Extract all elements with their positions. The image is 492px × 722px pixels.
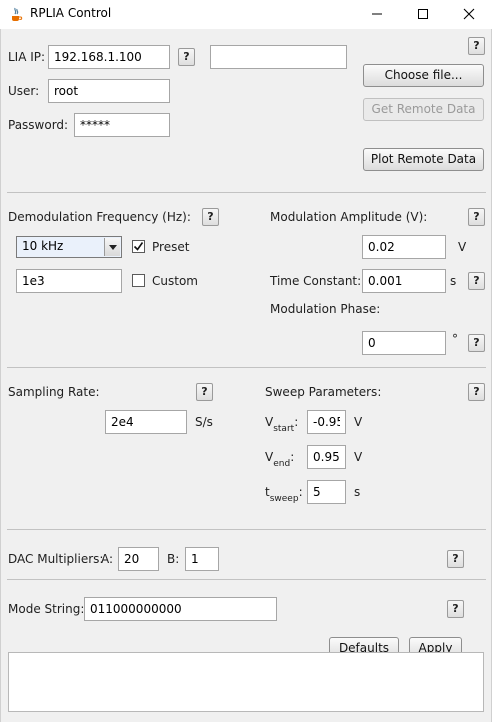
section-divider xyxy=(7,367,486,368)
mode-string-input[interactable] xyxy=(84,597,277,621)
vstart-unit: V xyxy=(354,415,363,429)
custom-label: Custom xyxy=(152,274,198,288)
preset-checkbox[interactable] xyxy=(132,240,145,253)
time-constant-input[interactable] xyxy=(362,269,446,293)
dac-multipliers-label: DAC Multipliers: xyxy=(8,552,104,566)
help-button-time-constant[interactable]: ? xyxy=(468,272,485,290)
user-label: User: xyxy=(8,84,40,98)
help-button-amplitude[interactable]: ? xyxy=(468,208,485,226)
plot-remote-data-button[interactable]: Plot Remote Data xyxy=(363,148,484,171)
help-button-phase[interactable]: ? xyxy=(468,334,485,352)
sampling-rate-input[interactable] xyxy=(105,410,187,434)
title-bar: RPLIA Control xyxy=(0,0,492,28)
get-remote-data-button[interactable]: Get Remote Data xyxy=(363,98,484,121)
ip-extra-input[interactable] xyxy=(210,45,347,69)
frequency-preset-value: 10 kHz xyxy=(22,239,64,253)
help-button-sweep[interactable]: ? xyxy=(468,383,485,401)
dac-b-input[interactable] xyxy=(185,547,219,571)
minimize-icon xyxy=(372,13,382,15)
help-button-sampling[interactable]: ? xyxy=(196,383,213,401)
password-input[interactable] xyxy=(74,113,170,137)
checkmark-icon xyxy=(133,242,144,251)
mod-phase-input[interactable] xyxy=(362,331,446,355)
help-button-ip[interactable]: ? xyxy=(178,48,195,66)
dac-b-label: B: xyxy=(167,552,180,566)
time-constant-label: Time Constant: xyxy=(270,274,362,288)
mod-phase-label: Modulation Phase: xyxy=(270,302,381,316)
help-button-connection[interactable]: ? xyxy=(468,37,485,55)
close-button[interactable] xyxy=(446,0,492,28)
maximize-button[interactable] xyxy=(400,0,446,28)
section-divider xyxy=(7,529,486,530)
password-label: Password: xyxy=(8,118,69,132)
user-input[interactable] xyxy=(48,79,170,103)
close-icon xyxy=(463,8,475,20)
preset-label: Preset xyxy=(152,240,190,254)
chevron-down-icon[interactable] xyxy=(104,238,120,256)
tsweep-unit: s xyxy=(354,485,361,499)
tsweep-input[interactable] xyxy=(307,480,346,504)
output-log-area[interactable] xyxy=(8,652,484,712)
window-title: RPLIA Control xyxy=(30,6,112,20)
dac-a-input[interactable] xyxy=(118,547,159,571)
section-divider xyxy=(7,192,486,193)
help-button-demod[interactable]: ? xyxy=(202,208,219,226)
custom-frequency-input[interactable] xyxy=(16,269,122,293)
help-button-mode[interactable]: ? xyxy=(447,600,464,618)
dac-a-label: A: xyxy=(101,552,114,566)
mod-amplitude-label: Modulation Amplitude (V): xyxy=(270,210,428,224)
lia-ip-input[interactable] xyxy=(48,45,170,69)
time-constant-unit: s xyxy=(450,274,457,288)
sampling-rate-unit: S/s xyxy=(195,415,213,429)
mod-amplitude-input[interactable] xyxy=(362,235,446,259)
section-divider xyxy=(7,579,486,580)
vend-unit: V xyxy=(354,450,363,464)
minimize-button[interactable] xyxy=(354,0,400,28)
java-app-icon xyxy=(8,6,24,22)
demod-frequency-label: Demodulation Frequency (Hz): xyxy=(8,210,191,224)
frequency-preset-select[interactable]: 10 kHz xyxy=(16,236,122,258)
mode-string-label: Mode String: xyxy=(8,602,85,616)
mod-amplitude-unit: V xyxy=(458,240,467,254)
mod-phase-unit: ° xyxy=(452,332,458,346)
vstart-input[interactable] xyxy=(307,410,346,434)
help-button-dac[interactable]: ? xyxy=(447,550,464,568)
sweep-parameters-label: Sweep Parameters: xyxy=(265,385,382,399)
choose-file-button[interactable]: Choose file... xyxy=(363,64,484,87)
custom-checkbox[interactable] xyxy=(132,274,145,287)
vend-label: Vend: xyxy=(265,450,295,469)
main-panel: ? LIA IP: ? Choose file... User: Get Rem… xyxy=(0,29,492,722)
lia-ip-label: LIA IP: xyxy=(8,50,46,64)
maximize-icon xyxy=(418,9,428,19)
tsweep-label: tsweep: xyxy=(265,485,303,504)
sampling-rate-label: Sampling Rate: xyxy=(8,385,100,399)
vstart-label: Vstart: xyxy=(265,415,299,434)
vend-input[interactable] xyxy=(307,445,346,469)
